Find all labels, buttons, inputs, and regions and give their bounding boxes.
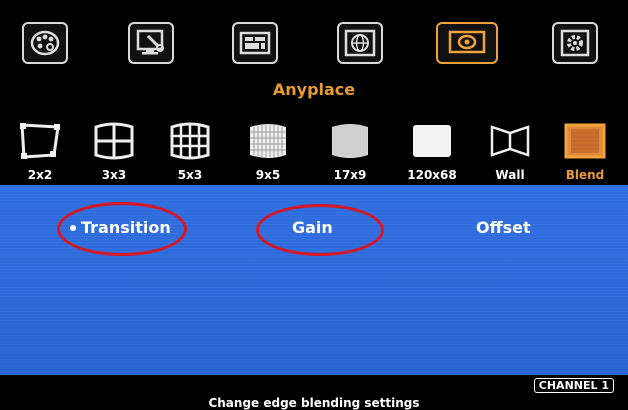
wall-icon[interactable] [488,121,532,161]
globe-icon[interactable] [337,22,383,64]
layout-icon[interactable] [232,22,278,64]
fine-grid-icon[interactable] [410,121,454,161]
grid-17x9-icon[interactable] [328,121,372,161]
display-settings-icon[interactable] [128,22,174,64]
layout-label-2x2: 2x2 [27,168,53,182]
grid-5x3-icon[interactable] [168,121,212,161]
highlight-circle-transition [57,202,187,256]
layout-label-3x3: 3x3 [101,168,127,182]
blend-icon[interactable] [563,121,607,161]
projector-icon-graphic [448,30,486,54]
display-settings-icon-graphic [136,29,164,55]
grid-3x3-icon[interactable] [92,121,136,161]
layout-icon-graphic [239,31,271,55]
gear-icon[interactable] [552,22,598,64]
hint-text: Change edge blending settings [208,396,420,410]
grid-9x5-icon[interactable] [246,121,290,161]
layout-label-wall: Wall [495,168,525,182]
layout-label-120x68: 120x68 [407,168,457,182]
corner-adjust-icon[interactable] [18,121,62,161]
gear-icon-graphic [560,29,590,57]
channel-badge: CHANNEL 1 [533,378,614,393]
layout-label-17x9: 17x9 [333,168,367,182]
layout-label-5x3: 5x3 [177,168,203,182]
projector-icon[interactable] [436,22,498,64]
status-bar: CHANNEL 1 Change edge blending settings [0,375,628,410]
palette-icon-graphic [30,30,60,56]
settings-panel: Transition Gain Offset [0,185,628,375]
offset-option[interactable]: Offset [476,218,531,237]
globe-icon-graphic [344,29,376,57]
layout-label-blend: Blend [565,168,605,182]
palette-icon[interactable] [22,22,68,64]
osd-screen: Anyplace 2x2 3x3 5x3 9x5 17x9 120x68 Wal… [0,0,628,410]
layout-label-9x5: 9x5 [255,168,281,182]
highlight-circle-gain [256,204,384,256]
offset-label: Offset [476,218,531,237]
page-title: Anyplace [272,80,356,99]
